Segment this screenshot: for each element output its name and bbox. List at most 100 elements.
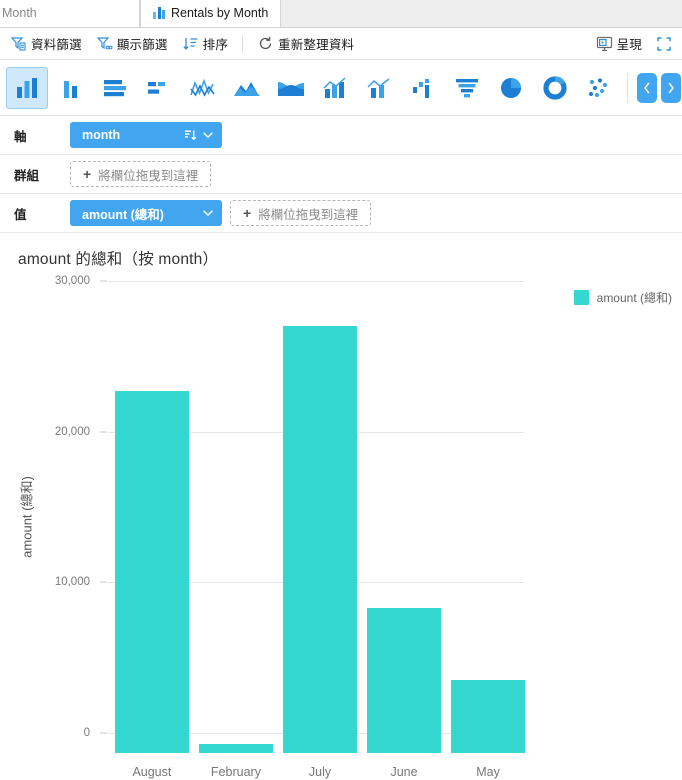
- toolbar-divider: [242, 34, 244, 53]
- shelf-group-label: 群組: [14, 168, 40, 183]
- y-axis-label: amount (總和): [19, 476, 35, 558]
- column-chart-icon: [17, 77, 37, 98]
- chart-type-stacked-area-chart[interactable]: [270, 67, 312, 109]
- chart-type-bar-chart[interactable]: [94, 67, 136, 109]
- chart-type-funnel-chart[interactable]: [446, 67, 488, 109]
- chevron-down-icon[interactable]: [202, 129, 214, 141]
- chevron-left-icon: [644, 82, 650, 93]
- dropzone-value[interactable]: + 將欄位拖曳到這裡: [230, 200, 372, 226]
- sort-button[interactable]: 排序: [182, 34, 228, 53]
- dropzone-group[interactable]: + 將欄位拖曳到這裡: [70, 161, 212, 187]
- present-button[interactable]: 呈現: [596, 34, 642, 53]
- chevron-right-icon: [668, 82, 674, 93]
- field-shelves: 軸 month 群組 + 將欄位拖曳到這裡 值 amount (總和) + 將欄…: [0, 116, 682, 233]
- y-tick-mark: [100, 431, 107, 433]
- chart-type-line-chart[interactable]: [182, 67, 224, 109]
- bar-february[interactable]: [199, 743, 273, 753]
- chart-type-area-chart[interactable]: [226, 67, 268, 109]
- chart-type-prev-button[interactable]: [637, 72, 657, 103]
- display-filter-icon: [96, 37, 113, 50]
- chart-title: amount 的總和（按 month）: [18, 251, 219, 268]
- chart-type-bar-grouped[interactable]: [138, 67, 180, 109]
- plot-area: amount (總和) amount (總和) 0 10,000 20,000 30,…: [0, 275, 682, 779]
- refresh-data-button[interactable]: 重新整理資料: [257, 34, 354, 53]
- tab-month[interactable]: Month: [0, 0, 140, 27]
- y-tick-label: 10,000: [54, 576, 90, 589]
- chart-type-scatter-chart[interactable]: [578, 67, 620, 109]
- plus-icon: +: [243, 205, 252, 221]
- chart-type-next-button[interactable]: [661, 72, 681, 103]
- dropzone-group-label: 將欄位拖曳到這裡: [98, 168, 199, 183]
- tab-rentals-by-month[interactable]: Rentals by Month: [140, 0, 282, 27]
- data-filter-label: 資料篩選: [31, 38, 82, 52]
- shelf-value: 值 amount (總和) + 將欄位拖曳到這裡: [0, 194, 682, 233]
- field-pill-amount[interactable]: amount (總和): [70, 200, 222, 226]
- bar-chart-grouped-icon: [148, 81, 165, 94]
- dropzone-value-label: 將欄位拖曳到這裡: [258, 207, 359, 222]
- data-filter-icon: [10, 37, 26, 51]
- chevron-down-icon[interactable]: [202, 207, 214, 219]
- shelf-axis-label: 軸: [14, 129, 27, 144]
- pie-chart-icon: [501, 77, 521, 98]
- y-tick-label: 30,000: [54, 275, 90, 287]
- y-tick-label: 0: [83, 727, 90, 739]
- bar-august[interactable]: [115, 390, 189, 753]
- gridline: [108, 281, 524, 282]
- bar-chart-icon: [153, 7, 165, 19]
- tab-bar-empty-space: [281, 0, 682, 27]
- field-pill-amount-label: amount (總和): [82, 207, 164, 222]
- chart-type-column-chart[interactable]: [6, 66, 48, 109]
- chart-type-combo-line-column[interactable]: [314, 67, 356, 109]
- bar-july[interactable]: [283, 325, 357, 753]
- x-axis: August February July June May: [115, 765, 525, 779]
- bar-column: [283, 301, 357, 753]
- bar-column: [451, 301, 525, 753]
- refresh-icon: [259, 36, 272, 50]
- donut-chart-icon: [543, 75, 567, 100]
- funnel-chart-icon: [456, 78, 478, 97]
- column-chart-grouped-icon: [64, 80, 77, 98]
- chart-type-donut-chart[interactable]: [534, 67, 576, 109]
- bar-column: [115, 301, 189, 753]
- chart-type-combo-line-bar[interactable]: [358, 67, 400, 109]
- line-chart-icon: [190, 78, 215, 97]
- action-toolbar: 資料篩選 顯示篩選 排序 重新整理資料 呈現: [0, 28, 682, 60]
- sort-descending-icon[interactable]: [184, 129, 197, 142]
- present-label: 呈現: [616, 38, 642, 52]
- legend-swatch: [573, 290, 589, 305]
- fullscreen-icon: [657, 36, 671, 51]
- x-tick-label: May: [476, 765, 500, 779]
- bar-column: [367, 301, 441, 753]
- chart-type-column-grouped[interactable]: [50, 67, 92, 109]
- bar-june[interactable]: [367, 608, 441, 753]
- area-chart-icon: [234, 81, 260, 96]
- stacked-area-chart-icon: [278, 81, 304, 96]
- fullscreen-button[interactable]: [656, 36, 672, 52]
- tab-month-label: Month: [2, 6, 37, 20]
- chart-type-pie-chart[interactable]: [490, 67, 532, 109]
- tab-rentals-by-month-label: Rentals by Month: [171, 6, 269, 20]
- bar-column: [199, 301, 273, 753]
- refresh-data-label: 重新整理資料: [278, 38, 355, 52]
- x-tick-label: February: [210, 765, 261, 779]
- shelf-axis: 軸 month: [0, 116, 682, 155]
- x-tick-label: July: [308, 765, 332, 779]
- bar-may[interactable]: [451, 679, 525, 753]
- display-filter-button[interactable]: 顯示篩選: [96, 34, 168, 53]
- field-pill-month-label: month: [82, 128, 121, 142]
- data-filter-button[interactable]: 資料篩選: [10, 34, 82, 53]
- chart-type-strip: [0, 60, 682, 116]
- chart-type-waterfall-chart[interactable]: [402, 67, 444, 109]
- legend-label: amount (總和): [596, 291, 672, 305]
- x-tick-label: June: [390, 765, 418, 779]
- waterfall-chart-icon: [413, 78, 429, 98]
- chart-type-divider: [627, 72, 628, 103]
- plus-icon: +: [83, 166, 92, 182]
- tab-bar: Month Rentals by Month: [0, 0, 682, 28]
- field-pill-month[interactable]: month: [70, 122, 222, 148]
- sort-label: 排序: [202, 38, 229, 52]
- combo-line-bar-icon: [367, 77, 390, 98]
- bar-chart-icon: [104, 79, 126, 96]
- x-tick-label: August: [132, 765, 172, 779]
- chart-container: amount 的總和（按 month） amount (總和) amount (…: [0, 233, 682, 779]
